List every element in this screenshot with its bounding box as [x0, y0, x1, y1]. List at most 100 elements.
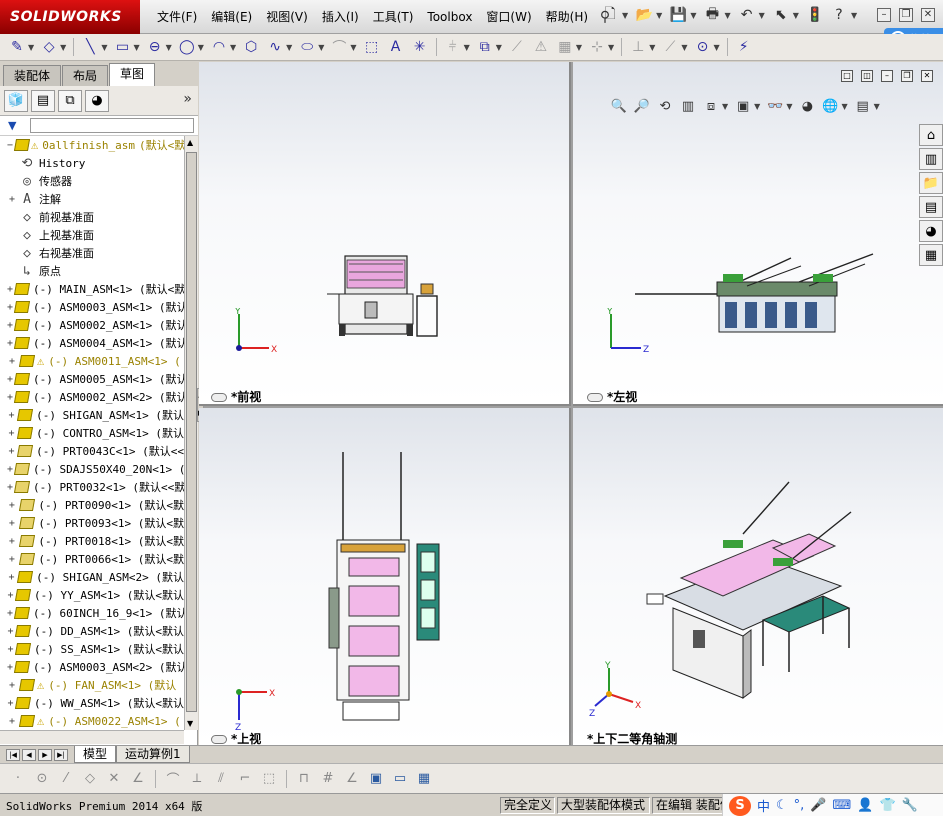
- property-manager-icon[interactable]: ▤: [31, 89, 55, 112]
- sketch-icon[interactable]: ✎: [6, 37, 28, 57]
- tree-item[interactable]: + (-) ASM0005_ASM<1> (默认: [0, 370, 184, 388]
- tree-item[interactable]: + (-) SHIGAN_ASM<1> (默认: [0, 406, 184, 424]
- first-tab-icon[interactable]: |◀: [6, 749, 20, 761]
- scroll-thumb[interactable]: [186, 152, 197, 712]
- expand-icon[interactable]: +: [7, 446, 16, 457]
- tree-item[interactable]: + (-) ASM0002_ASM<1> (默认: [0, 316, 184, 334]
- feature-manager-icon[interactable]: 🧊: [4, 89, 28, 112]
- expand-icon[interactable]: +: [7, 320, 13, 331]
- apply-scene-icon[interactable]: 🌐: [820, 96, 840, 116]
- open-folder-icon[interactable]: 📂: [634, 5, 654, 25]
- print-icon[interactable]: 🖶: [702, 5, 722, 25]
- menu-help[interactable]: 帮助(H): [539, 0, 595, 34]
- expand-icon[interactable]: +: [7, 554, 17, 565]
- display-style-icon[interactable]: ▣: [733, 96, 753, 116]
- expand-icon[interactable]: +: [7, 518, 17, 529]
- tree-item[interactable]: + (-) SS_ASM<1> (默认<默认: [0, 640, 184, 658]
- expand-icon[interactable]: +: [7, 464, 13, 475]
- dimension-icon[interactable]: ⟂: [187, 769, 207, 789]
- tree-item[interactable]: + (-) YY_ASM<1> (默认<默认: [0, 586, 184, 604]
- tree-item[interactable]: + ⚠ (-) ASM0011_ASM<1> (: [0, 352, 184, 370]
- expand-icon[interactable]: +: [7, 194, 17, 205]
- menu-insert[interactable]: 插入(I): [315, 0, 366, 34]
- bounding-box-icon[interactable]: ⬚: [259, 769, 279, 789]
- expand-icon[interactable]: +: [7, 302, 13, 313]
- expand-icon[interactable]: +: [7, 536, 17, 547]
- link-views-icon[interactable]: [587, 393, 603, 402]
- tree-item[interactable]: + (-) ASM0004_ASM<1> (默认: [0, 334, 184, 352]
- edit-appearance-icon[interactable]: ◕: [797, 96, 817, 116]
- tree-item[interactable]: + (-) PRT0090<1> (默认<默: [0, 496, 184, 514]
- tree-item[interactable]: + (-) MAIN_ASM<1> (默认<默: [0, 280, 184, 298]
- solidworks-logo[interactable]: SOLIDWORKS: [0, 0, 140, 34]
- expand-icon[interactable]: +: [7, 680, 17, 691]
- tree-item[interactable]: + (-) SDAJS50X40_20N<1> (: [0, 460, 184, 478]
- parallel-icon[interactable]: ⫽: [211, 769, 231, 789]
- tree-item[interactable]: ◇ 右视基准面: [0, 244, 184, 262]
- convert-entities-icon[interactable]: ⧉: [474, 37, 496, 57]
- line-icon[interactable]: ╲: [79, 37, 101, 57]
- graphics-area[interactable]: ◀▶: [197, 62, 943, 745]
- zoom-to-fit-icon[interactable]: 🔍: [609, 96, 629, 116]
- spline-icon[interactable]: ∿: [264, 37, 286, 57]
- restore-view-icon[interactable]: ❐: [901, 70, 913, 82]
- relation-icon[interactable]: ⌒: [163, 769, 183, 789]
- menu-tools[interactable]: 工具(T): [366, 0, 421, 34]
- expand-icon[interactable]: +: [7, 590, 14, 601]
- tab-motion-study[interactable]: 运动算例1: [116, 746, 190, 763]
- expand-icon[interactable]: +: [7, 356, 17, 367]
- polygon-icon[interactable]: ⬡: [240, 37, 262, 57]
- select-cursor-icon[interactable]: ⬉: [771, 5, 791, 25]
- tree-item[interactable]: + (-) SHIGAN_ASM<2> (默认: [0, 568, 184, 586]
- move-entities-icon[interactable]: ⊹: [586, 37, 608, 57]
- close-view-icon[interactable]: ✕: [921, 70, 933, 82]
- section-view-icon[interactable]: ▥: [678, 96, 698, 116]
- tangent-icon[interactable]: ◇: [80, 769, 100, 789]
- tree-item[interactable]: + (-) 60INCH_16_9<1> (默认: [0, 604, 184, 622]
- smart-dimension-icon[interactable]: ◇: [38, 37, 60, 57]
- circle-center-icon[interactable]: ⊙: [32, 769, 52, 789]
- expand-icon[interactable]: +: [7, 374, 13, 385]
- tree-item[interactable]: + (-) PRT0043C<1> (默认<<: [0, 442, 184, 460]
- traffic-light-icon[interactable]: 🚦: [805, 5, 825, 25]
- table-icon[interactable]: ▦: [414, 769, 434, 789]
- prev-tab-icon[interactable]: ◀: [22, 749, 36, 761]
- next-tab-icon[interactable]: ▶: [38, 749, 52, 761]
- wireframe-display-icon[interactable]: ▭: [390, 769, 410, 789]
- offset-icon[interactable]: ⟋: [506, 37, 528, 57]
- tab-model[interactable]: 模型: [74, 746, 117, 763]
- sogou-logo-icon[interactable]: S: [729, 795, 751, 816]
- menu-edit[interactable]: 编辑(E): [204, 0, 259, 34]
- expand-icon[interactable]: +: [7, 644, 14, 655]
- tree-item[interactable]: + (-) ASM0003_ASM<1> (默认: [0, 298, 184, 316]
- corner-icon[interactable]: ⌐: [235, 769, 255, 789]
- menu-toolbox[interactable]: Toolbox: [420, 0, 479, 34]
- scroll-down-icon[interactable]: ▼: [187, 719, 193, 728]
- tree-item[interactable]: + (-) CONTRO_ASM<1> (默认: [0, 424, 184, 442]
- save-icon[interactable]: 💾: [668, 5, 688, 25]
- circle-icon[interactable]: ◯: [176, 37, 198, 57]
- expand-icon[interactable]: +: [7, 392, 13, 403]
- tree-item[interactable]: + (-) ASM0003_ASM<2> (默认: [0, 658, 184, 676]
- expand-icon[interactable]: +: [7, 338, 13, 349]
- quick-snaps-icon[interactable]: ⊙: [692, 37, 714, 57]
- design-library-icon[interactable]: ▥: [919, 148, 943, 170]
- tree-item[interactable]: + (-) PRT0032<1> (默认<<默: [0, 478, 184, 496]
- menu-window[interactable]: 窗口(W): [479, 0, 538, 34]
- tree-item[interactable]: + A 注解: [0, 190, 184, 208]
- wrench-icon[interactable]: 🔧: [902, 798, 918, 813]
- keyboard-icon[interactable]: ⌨: [833, 798, 852, 813]
- tree-item[interactable]: ↳ 原点: [0, 262, 184, 280]
- viewport-front[interactable]: Y X *前视: [199, 62, 571, 406]
- zoom-to-area-icon[interactable]: 🔎: [632, 96, 652, 116]
- tree-item[interactable]: + (-) PRT0066<1> (默认<默: [0, 550, 184, 568]
- last-tab-icon[interactable]: ▶|: [54, 749, 68, 761]
- view-settings-icon[interactable]: ▤: [853, 96, 873, 116]
- tree-item[interactable]: + (-) PRT0093<1> (默认<默: [0, 514, 184, 532]
- tab-sketch[interactable]: 草图: [109, 63, 156, 86]
- close-icon[interactable]: ✕: [921, 8, 935, 22]
- restore-icon[interactable]: ❐: [899, 8, 913, 22]
- view-palette-icon[interactable]: ▤: [919, 196, 943, 218]
- custom-properties-icon[interactable]: ▦: [919, 244, 943, 266]
- tree-item[interactable]: + ⚠ (-) FAN_ASM<1> (默认: [0, 676, 184, 694]
